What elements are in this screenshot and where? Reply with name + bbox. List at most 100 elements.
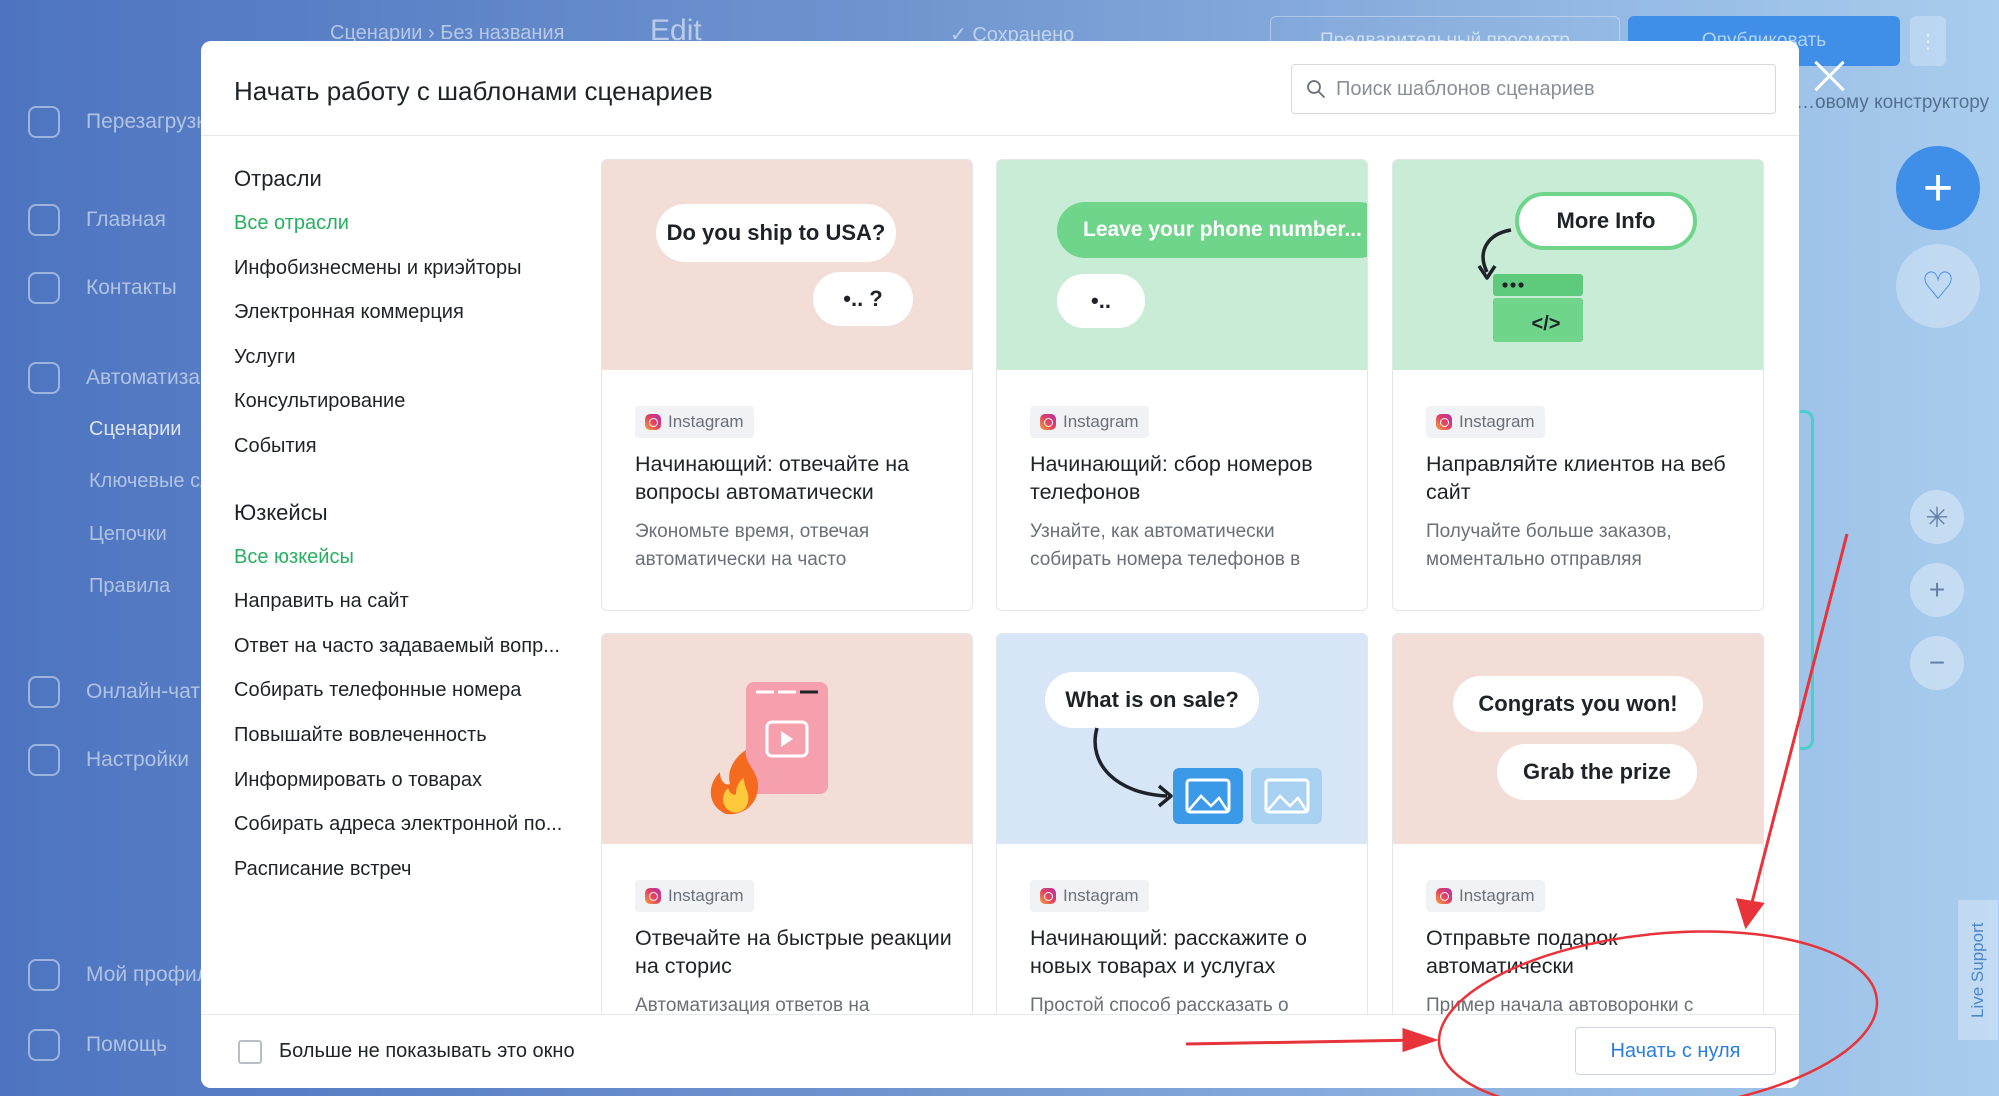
instagram-icon	[1040, 414, 1056, 430]
modal-header: Начать работу с шаблонами сценариев	[201, 41, 1799, 136]
bg-sidebar-label: Настройки	[86, 748, 189, 771]
platform-tag: Instagram	[635, 406, 754, 438]
template-card[interactable]: What is on sale? Instagram Начинающий: р…	[996, 633, 1368, 1057]
industries-list: Все отрасли Инфобизнесмены и криэйторы Эле…	[234, 201, 594, 469]
card-title: Отправьте подарок автоматически	[1426, 926, 1618, 978]
usecase-filter-item[interactable]: Расписание встреч	[234, 847, 574, 892]
bg-sidebar-icon	[28, 272, 60, 304]
template-card[interactable]: Leave your phone number... •.. Instagram…	[996, 159, 1368, 611]
bg-heart-icon: ♡	[1896, 244, 1980, 328]
story-video-icon	[710, 682, 828, 815]
chat-bubble: Do you ship to USA?	[656, 204, 896, 262]
typing-bubble: •.. ?	[813, 272, 913, 326]
card-title: Направляйте клиентов на веб сайт	[1426, 452, 1726, 504]
usecase-filter-item[interactable]: Повышайте вовлеченность	[234, 713, 574, 758]
instagram-icon	[645, 888, 661, 904]
platform-label: Instagram	[668, 412, 744, 431]
bg-sidebar-label: Контакты	[86, 276, 177, 299]
industry-filter-item[interactable]: Инфобизнесмены и криэйторы	[234, 246, 574, 291]
bg-add-step-button: +	[1896, 146, 1980, 230]
bg-sidebar-item: Контакты	[28, 272, 177, 304]
search-icon	[1307, 80, 1325, 98]
instagram-icon	[1040, 888, 1056, 904]
industry-filter-item[interactable]: Электронная коммерция	[234, 290, 574, 335]
platform-tag: Instagram	[1426, 880, 1545, 912]
bg-sidebar-icon	[28, 676, 60, 708]
bg-sidebar-label: Онлайн-чат	[86, 680, 200, 703]
product-images-icon	[1093, 727, 1277, 824]
card-illustration: More Info </>	[1393, 160, 1763, 370]
bg-sidebar-label: Главная	[86, 208, 166, 231]
bg-sidebar-icon	[28, 959, 60, 991]
bg-sidebar-icon	[28, 362, 60, 394]
usecase-filter-item[interactable]: Собирать адреса электронной по...	[234, 802, 574, 847]
bg-sidebar-icon	[28, 106, 60, 138]
card-title: Начинающий: отвечайте на вопросы автомат…	[635, 452, 910, 504]
close-icon[interactable]	[1812, 58, 1848, 94]
bg-magic-wand-icon: ✳	[1910, 490, 1964, 544]
bg-sidebar-item: Мой профиль	[28, 959, 220, 991]
bg-more-button: ⋮	[1910, 16, 1946, 66]
chat-bubble: Grab the prize	[1497, 744, 1697, 800]
usecases-list: Все юзкейсы Направить на сайт Ответ на час…	[234, 535, 594, 892]
template-card[interactable]: More Info </> Instagram Направляйте клие…	[1392, 159, 1764, 611]
code-symbol: </>	[1531, 312, 1561, 335]
industry-filter-item[interactable]: События	[234, 424, 574, 469]
templates-modal: Начать работу с шаблонами сценариев Отра…	[201, 41, 1799, 1088]
instagram-icon	[1436, 414, 1452, 430]
card-description: Получайте больше заказов, моментально от…	[1426, 521, 1672, 570]
industry-filter-item[interactable]: Все отрасли	[234, 201, 574, 246]
search-input[interactable]	[1336, 77, 1736, 101]
live-support-tab[interactable]: Live Support	[1958, 900, 1998, 1040]
bg-zoom-out-icon: −	[1910, 636, 1964, 690]
usecase-filter-item[interactable]: Направить на сайт	[234, 579, 574, 624]
industry-filter-item[interactable]: Услуги	[234, 335, 574, 380]
image-icon	[1252, 768, 1322, 824]
platform-tag: Instagram	[1426, 406, 1545, 438]
template-card[interactable]: Instagram Отвечайте на быстрые реакции н…	[601, 633, 973, 1057]
bg-sidebar-subitem: Цепочки	[89, 523, 167, 545]
modal-footer: Больше не показывать это окно Начать с н…	[201, 1014, 1799, 1088]
instagram-icon	[645, 414, 661, 430]
industry-filter-item[interactable]: Консультирование	[234, 379, 574, 424]
card-title: Начинающий: сбор номеров телефонов	[1030, 452, 1313, 504]
dont-show-label[interactable]: Больше не показывать это окно	[279, 1040, 575, 1063]
platform-tag: Instagram	[635, 880, 754, 912]
bg-sidebar-item: Перезагрузка	[28, 106, 218, 138]
platform-label: Instagram	[1459, 886, 1535, 905]
template-grid: Do you ship to USA? •.. ? Instagram Начи…	[601, 159, 1781, 1057]
typing-bubble: •..	[1057, 274, 1145, 328]
bg-sidebar-label: Помощь	[86, 1033, 168, 1056]
platform-tag: Instagram	[1030, 880, 1149, 912]
dont-show-checkbox[interactable]	[238, 1040, 262, 1064]
card-illustration	[602, 634, 972, 844]
chat-bubble: Leave your phone number...	[1057, 202, 1367, 258]
card-illustration: What is on sale?	[997, 634, 1367, 844]
template-card[interactable]: Congrats you won! Grab the prize Instagr…	[1392, 633, 1764, 1057]
template-card[interactable]: Do you ship to USA? •.. ? Instagram Начи…	[601, 159, 973, 611]
platform-label: Instagram	[668, 886, 744, 905]
card-illustration: Leave your phone number... •..	[997, 160, 1367, 370]
platform-tag: Instagram	[1030, 406, 1149, 438]
bg-sidebar-subitem: Правила	[89, 575, 171, 597]
card-description: Узнайте, как автоматически собирать номе…	[1030, 521, 1301, 570]
usecase-filter-item[interactable]: Собирать телефонные номера	[234, 668, 574, 713]
template-search[interactable]	[1291, 64, 1776, 114]
start-from-scratch-button[interactable]: Начать с нуля	[1575, 1027, 1776, 1075]
chat-bubble: Congrats you won!	[1453, 676, 1703, 732]
card-illustration: Congrats you won! Grab the prize	[1393, 634, 1763, 844]
usecases-heading: Юзкейсы	[234, 499, 328, 525]
bg-sidebar: Перезагрузка Главная Контакты Автоматизация…	[0, 0, 245, 1096]
platform-label: Instagram	[1063, 886, 1139, 905]
bg-builder-link: …овому конструктору	[1796, 92, 1990, 113]
usecase-filter-item[interactable]: Все юзкейсы	[234, 535, 574, 580]
bg-sidebar-label: Мой профиль	[86, 963, 220, 986]
usecase-filter-item[interactable]: Ответ на часто задаваемый вопр...	[234, 624, 574, 669]
bg-sidebar-icon	[28, 1029, 60, 1061]
platform-label: Instagram	[1459, 412, 1535, 431]
usecase-filter-item[interactable]: Информировать о товарах	[234, 758, 574, 803]
card-illustration: Do you ship to USA? •.. ?	[602, 160, 972, 370]
bg-sidebar-subitem: Сценарии	[89, 418, 182, 440]
bg-sidebar-item: Главная	[28, 204, 166, 236]
instagram-icon	[1436, 888, 1452, 904]
